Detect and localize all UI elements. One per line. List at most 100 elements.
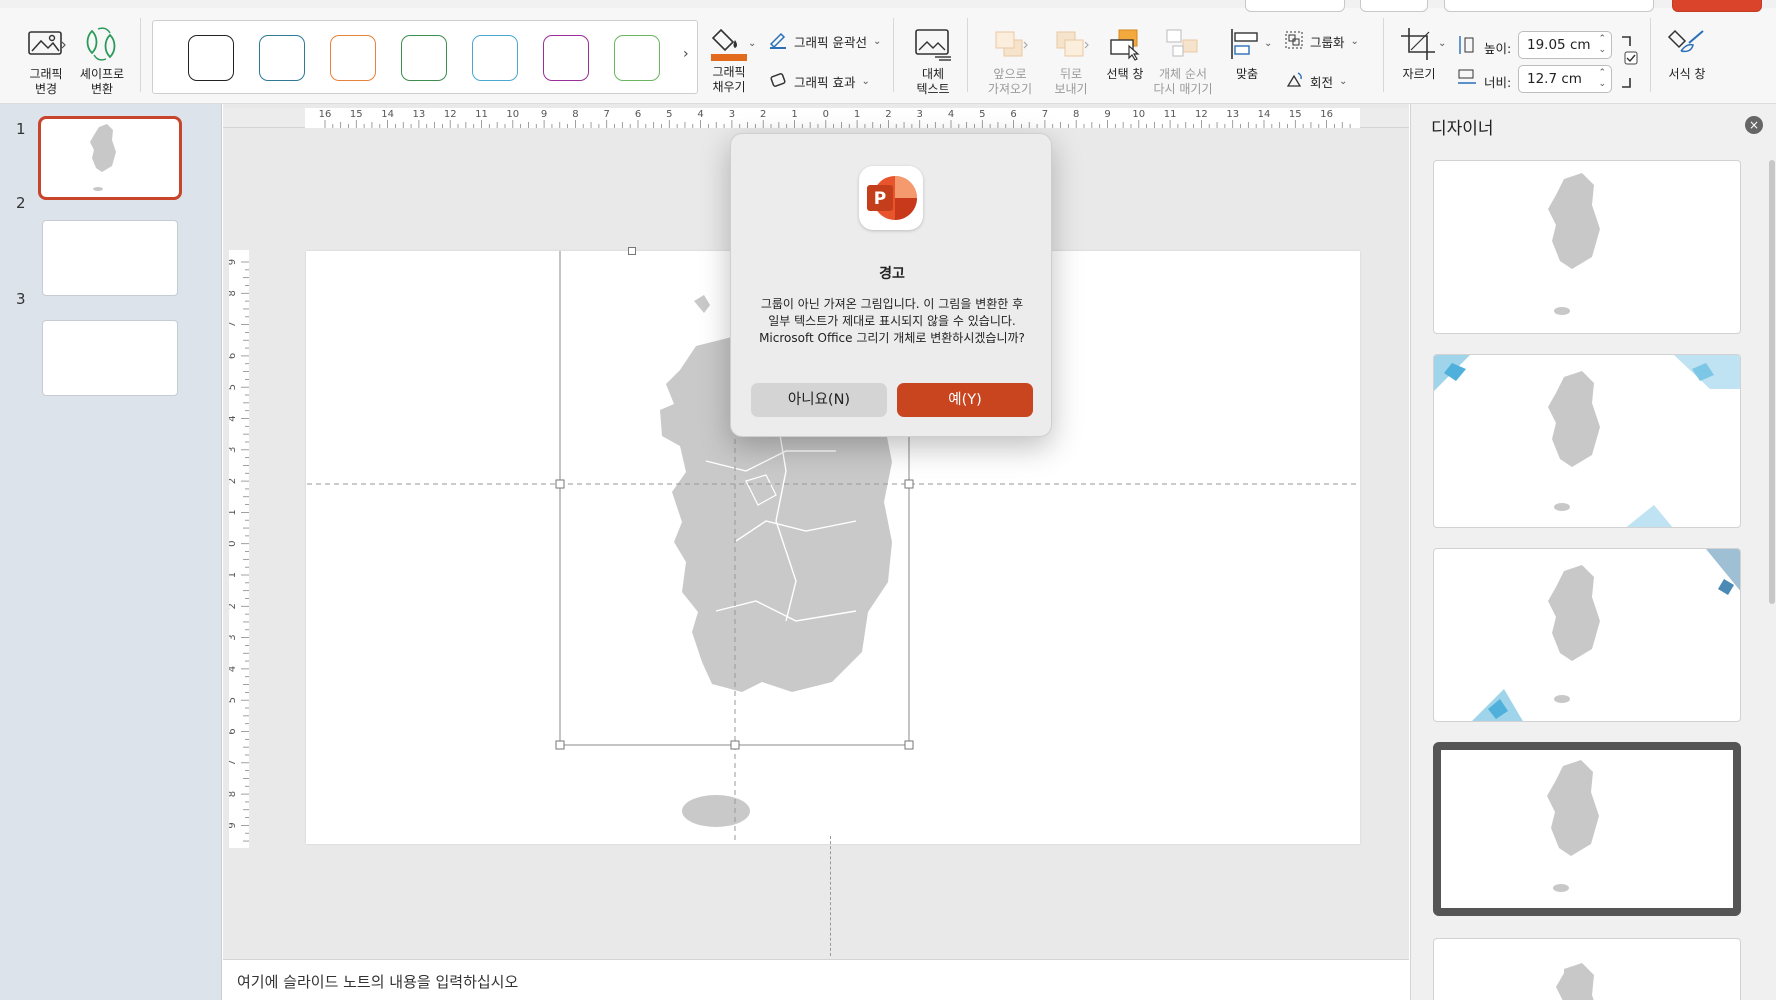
height-stepper-icon[interactable]: ⌃ ⌄ [1598, 34, 1606, 56]
powerpoint-app-icon: P [859, 166, 923, 230]
slide-thumbnail-1[interactable] [38, 116, 182, 200]
alt-text-label: 대체 텍스트 [916, 67, 950, 96]
reorder-objects-label: 개체 순서 다시 매기기 [1153, 67, 1213, 96]
bring-forward-button[interactable]: 앞으로 가져오기 [978, 24, 1042, 97]
gallery-more-chevron-icon[interactable]: › [683, 46, 689, 62]
design-idea-2[interactable] [1433, 354, 1741, 528]
reorder-objects-icon [1163, 24, 1203, 64]
graphic-styles-gallery [152, 20, 698, 94]
graphic-style-6[interactable] [543, 35, 589, 81]
selection-pane-label: 선택 창 [1106, 67, 1144, 81]
width-stepper-icon[interactable]: ⌃ ⌄ [1598, 68, 1606, 90]
convert-to-shape-button[interactable]: 셰이프로 변환 [74, 24, 130, 97]
crop-label: 자르기 [1402, 67, 1436, 81]
ruler-tick-label: 10 [506, 109, 519, 120]
graphic-effects-dropdown-icon: ⌄ [861, 76, 870, 87]
ruler-tick-label: 1 [854, 109, 860, 120]
graphic-style-7[interactable] [614, 35, 660, 81]
convert-shape-icon [82, 24, 122, 64]
graphic-style-1[interactable] [188, 35, 234, 81]
app-icon-letter: P [874, 189, 886, 209]
designer-scrollbar[interactable] [1769, 160, 1775, 604]
ruler-tick-label: 5 [979, 109, 985, 120]
ruler-tick-label: 15 [1289, 109, 1302, 120]
bring-forward-icon [990, 24, 1030, 64]
format-pane-label: 서식 창 [1668, 67, 1706, 81]
design-idea-5[interactable] [1433, 938, 1741, 1000]
ribbon-separator [1383, 18, 1384, 92]
ruler-tick-label: 3 [229, 634, 238, 640]
no-button[interactable]: 아니요(N) [751, 383, 887, 417]
ruler-tick-label: 13 [1226, 109, 1239, 120]
graphic-effects-button[interactable]: 그래픽 효과 ⌄ [768, 70, 870, 93]
graphic-fill-button[interactable]: 그래픽 채우기 [704, 22, 754, 95]
design-idea-1[interactable] [1433, 160, 1741, 334]
ruler-tick-label: 8 [1073, 109, 1079, 120]
vertical-ruler[interactable]: 9 8 7 6 5 4 3 2 1 0 1 2 3 4 5 6 7 8 9 [229, 250, 249, 848]
thumbnail-number: 3 [16, 290, 26, 308]
width-value: 12.7 cm [1527, 71, 1582, 87]
graphic-fill-dropdown-icon[interactable]: ⌄ [748, 38, 756, 49]
width-icon [1456, 68, 1478, 91]
close-icon[interactable]: × [1745, 116, 1763, 134]
graphic-style-2[interactable] [259, 35, 305, 81]
ribbon: 그래픽 변경 셰이프로 변환 › 그래픽 채우기 ⌄ 그래픽 윤곽선 ⌄ 그래픽… [0, 0, 1776, 104]
slide-thumbnail-2[interactable] [42, 220, 178, 296]
selection-handle-top-left[interactable] [628, 247, 636, 255]
ruler-tick-label: 5 [229, 384, 238, 390]
rotate-label: 회전 [1310, 75, 1334, 90]
align-dropdown-icon[interactable]: ⌄ [1264, 38, 1272, 49]
slide-thumbnails-panel: 1 2 3 [0, 104, 222, 1000]
ruler-tick-label: 2 [885, 109, 891, 120]
graphic-style-5[interactable] [472, 35, 518, 81]
ruler-tick-label: 7 [229, 760, 238, 766]
thumbnail-number: 1 [16, 120, 26, 138]
alt-text-button[interactable]: 대체 텍스트 [908, 24, 958, 97]
format-brush-icon [1667, 24, 1707, 64]
send-backward-icon [1051, 24, 1091, 64]
align-label: 맞춤 [1235, 67, 1259, 81]
ruler-tick-label: 13 [413, 109, 426, 120]
format-pane-button[interactable]: 서식 창 [1662, 24, 1712, 82]
rotate-dropdown-icon: ⌄ [1339, 76, 1348, 87]
group-button[interactable]: 그룹화 ⌄ [1284, 30, 1359, 53]
design-idea-4[interactable] [1433, 742, 1741, 916]
graphic-outline-dropdown-icon: ⌄ [872, 36, 882, 47]
thumbnail-map-image [90, 124, 116, 191]
yes-button[interactable]: 예(Y) [897, 383, 1033, 417]
slide-thumbnail-3[interactable] [42, 320, 178, 396]
rotate-button[interactable]: 회전 ⌄ [1284, 70, 1347, 93]
height-input[interactable]: 19.05 cm ⌃ ⌄ [1518, 31, 1612, 59]
vertical-guide-line [830, 836, 831, 956]
ruler-tick-label: 16 [1320, 109, 1333, 120]
notes-input[interactable]: 여기에 슬라이드 노트의 내용을 입력하십시오 [223, 959, 1409, 1000]
share-comment-pill[interactable] [1245, 0, 1345, 12]
align-button[interactable]: 맞춤 [1222, 24, 1272, 82]
horizontal-ruler[interactable]: 16 15 14 13 12 11 10 9 8 7 6 5 4 3 2 1 0 1 2 3 4 5 6 7 8 9 10 11 12 1… [305, 108, 1360, 128]
send-backward-label: 뒤로 보내기 [1054, 67, 1088, 96]
selection-pane-button[interactable]: 선택 창 [1100, 24, 1150, 82]
effects-icon [768, 70, 788, 93]
ruler-tick-label: 7 [604, 109, 610, 120]
design-idea-3[interactable] [1433, 548, 1741, 722]
crop-button[interactable]: 자르기 [1394, 24, 1444, 82]
comments-pill[interactable] [1360, 0, 1428, 12]
ruler-tick-label: 2 [229, 478, 238, 484]
graphic-style-4[interactable] [401, 35, 447, 81]
send-backward-button[interactable]: 뒤로 보내기 [1044, 24, 1098, 97]
ruler-tick-label: 16 [319, 109, 332, 120]
reorder-objects-button[interactable]: 개체 순서 다시 매기기 [1148, 24, 1218, 97]
graphic-style-3[interactable] [330, 35, 376, 81]
share-button[interactable] [1672, 0, 1762, 12]
group-icon [1284, 30, 1304, 53]
design-idea-map [1434, 355, 1740, 527]
crop-dropdown-icon[interactable]: ⌄ [1438, 38, 1446, 49]
ruler-tick-label: 0 [823, 109, 829, 120]
ruler-tick-label: 6 [229, 353, 238, 359]
ruler-tick-label: 4 [229, 666, 238, 672]
ruler-tick-label: 5 [666, 109, 672, 120]
graphic-outline-button[interactable]: 그래픽 윤곽선 ⌄ [768, 30, 881, 53]
change-graphic-button[interactable]: 그래픽 변경 [16, 24, 76, 97]
teams-pill[interactable] [1444, 0, 1654, 12]
width-input[interactable]: 12.7 cm ⌃ ⌄ [1518, 65, 1612, 93]
